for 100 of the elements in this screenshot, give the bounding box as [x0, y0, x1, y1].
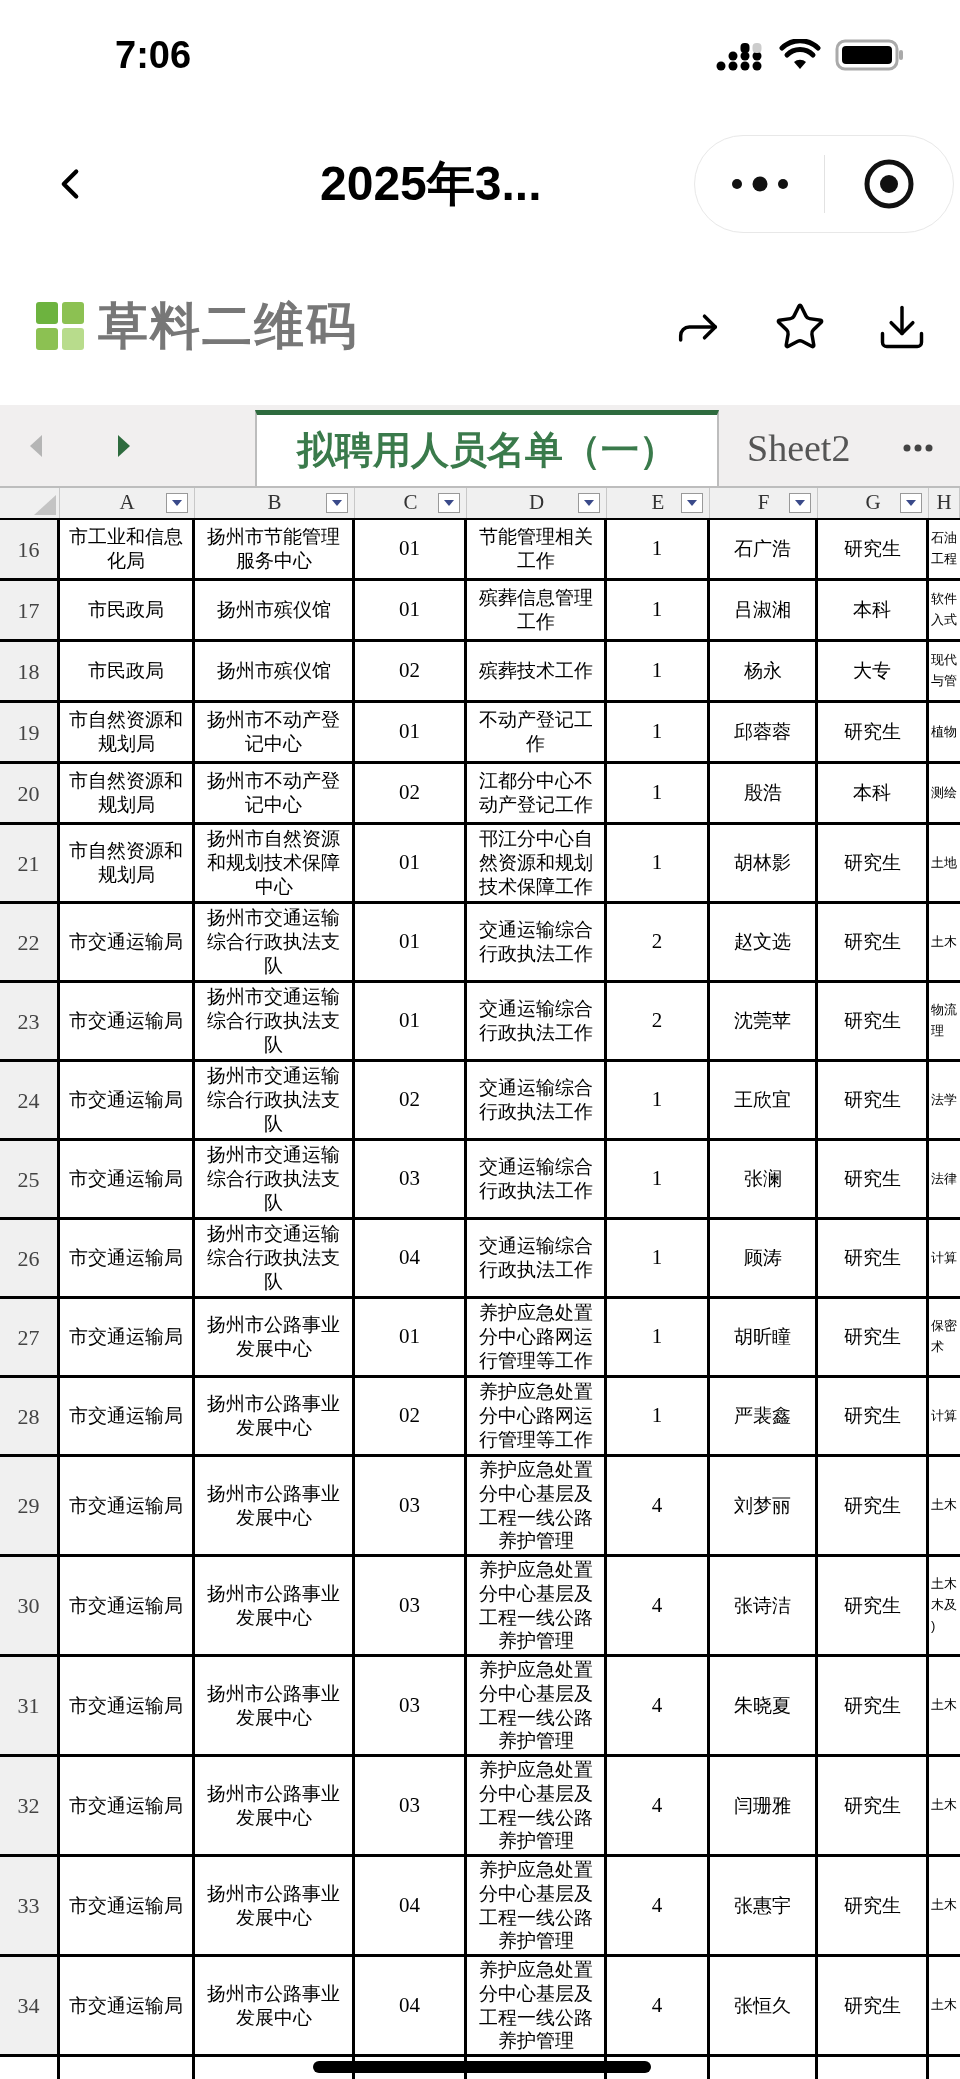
table-cell: 市民政局	[88, 598, 164, 622]
table-cell-text: 植物	[931, 722, 957, 741]
table-cell: 邗江分中心自然资源和规划技术保障工作	[478, 827, 593, 899]
table-cell: 市交通运输局	[69, 1009, 183, 1033]
table-cell: 市工业和信息化局	[69, 525, 183, 573]
table-cell: 殷浩	[743, 781, 782, 805]
caret-icon	[332, 500, 342, 506]
table-cell: 沈莞苹	[734, 1009, 791, 1033]
row-number: 27	[0, 1299, 60, 1375]
table-cell-text: 04	[399, 1991, 420, 2019]
table-cell-text: 计算	[931, 1406, 957, 1425]
filter-button[interactable]	[438, 493, 460, 513]
target-icon	[863, 158, 915, 210]
table-cell-text: 02	[399, 1402, 420, 1430]
row-number: 30	[0, 1557, 60, 1654]
table-cell-text: 土地	[931, 853, 957, 872]
table-cell: 殡葬信息管理工作	[478, 586, 593, 634]
table-cell: 养护应急处置分中心基层及工程一线公路养护管理	[478, 1758, 593, 1853]
column-letter: F	[757, 489, 770, 517]
sheet-tab[interactable]: Sheet2	[719, 410, 879, 486]
table-cell: 市交通运输局	[69, 1404, 183, 1428]
table-cell-text: 4	[651, 1591, 663, 1619]
table-cell-text: 1	[651, 535, 663, 563]
table-cell: 严裴鑫	[734, 1404, 791, 1428]
column-letter: C	[403, 489, 418, 517]
table-cell: 扬州市自然资源和规划技术保障中心	[207, 827, 340, 899]
table-cell: 张澜	[743, 1167, 782, 1191]
status-time: 7:06	[115, 32, 192, 78]
table-cell: 杨永	[743, 659, 782, 683]
table-cell: 研究生	[843, 1893, 901, 1918]
table-cell-text: 1	[651, 1323, 663, 1351]
row-number: 21	[0, 825, 60, 901]
table-cell: 研究生	[843, 1088, 901, 1112]
table-cell: 扬州市不动产登记中心	[207, 769, 340, 817]
table-cell: 研究生	[843, 1993, 901, 2018]
table-cell-text: 02	[399, 657, 420, 685]
table-cell: 市交通运输局	[69, 1325, 183, 1349]
table-cell-text: 1	[651, 849, 663, 877]
sheet-tab[interactable]: 拟聘用人员名单（一）	[255, 410, 719, 486]
wifi-icon	[779, 39, 821, 71]
table-cell: 胡昕瞳	[734, 1325, 791, 1349]
row-number: 33	[0, 1857, 60, 1954]
table-cell: 研究生	[843, 720, 901, 744]
table-cell-text: 2	[651, 928, 663, 956]
table-cell-text: 石油工程	[931, 529, 957, 568]
table-cell: 扬州市交通运输综合行政执法支队	[207, 1064, 340, 1136]
column-letter: A	[119, 489, 135, 517]
column-letter: E	[651, 489, 665, 517]
table-cell: 市交通运输局	[69, 1493, 183, 1518]
filter-button[interactable]	[789, 493, 811, 513]
table-cell-text: 1	[651, 1244, 663, 1272]
filter-button[interactable]	[900, 493, 922, 513]
table-cell: 不动产登记工作	[478, 708, 593, 756]
table-cell: 扬州市公路事业发展中心	[207, 1981, 340, 2030]
row-number: 29	[0, 1457, 60, 1554]
table-cell: 市交通运输局	[69, 1593, 183, 1618]
table-cell: 扬州市公路事业发展中心	[207, 1881, 340, 1930]
row-number: 19	[0, 703, 60, 761]
table-cell: 研究生	[843, 1325, 901, 1349]
more-icon	[903, 444, 933, 452]
table-cell: 研究生	[843, 1404, 901, 1428]
table-cell-text: 法学	[931, 1090, 957, 1109]
filter-button[interactable]	[166, 493, 188, 513]
caret-icon	[444, 500, 454, 506]
right-triangle-icon	[118, 434, 130, 457]
table-cell: 闫珊雅	[734, 1793, 791, 1818]
table-cell: 扬州市交通运输综合行政执法支队	[207, 906, 340, 978]
table-cell-text: 现代与管	[931, 651, 957, 690]
table-cell-text: 土木	[931, 1496, 957, 1515]
table-cell-text: 2	[651, 1007, 663, 1035]
table-cell-text: 保密术	[931, 1317, 957, 1356]
table-cell-text: 4	[651, 1991, 663, 2019]
table-cell: 市交通运输局	[69, 1088, 183, 1112]
table-cell: 张诗洁	[734, 1593, 791, 1618]
table-cell-text: 01	[399, 718, 420, 746]
table-cell: 扬州市公路事业发展中心	[207, 1581, 340, 1630]
table-cell-text: 1	[651, 657, 663, 685]
table-cell: 扬州市殡仪馆	[216, 598, 331, 622]
table-cell: 顾涛	[743, 1246, 782, 1270]
table-cell: 市交通运输局	[69, 1246, 183, 1270]
left-triangle-icon	[30, 434, 42, 457]
table-cell: 研究生	[843, 1693, 901, 1718]
row-number: 24	[0, 1062, 60, 1138]
column-letter: B	[267, 489, 282, 517]
row-number: 20	[0, 764, 60, 822]
row-number: 28	[0, 1378, 60, 1454]
table-cell: 养护应急处置分中心基层及工程一线公路养护管理	[478, 1458, 593, 1553]
table-cell-text: 4	[651, 1491, 663, 1519]
filter-button[interactable]	[681, 493, 703, 513]
table-cell: 交通运输综合行政执法工作	[478, 1155, 593, 1203]
filter-button[interactable]	[326, 493, 348, 513]
caret-icon	[687, 500, 697, 506]
table-cell: 市交通运输局	[69, 1993, 183, 2018]
table-cell: 养护应急处置分中心路网运行管理等工作	[478, 1380, 593, 1452]
table-cell-text: 03	[399, 1591, 420, 1619]
table-cell-text: 土木	[931, 1796, 957, 1815]
caret-icon	[795, 500, 805, 506]
battery-icon	[835, 39, 905, 71]
row-number: 22	[0, 904, 60, 980]
filter-button[interactable]	[578, 493, 600, 513]
